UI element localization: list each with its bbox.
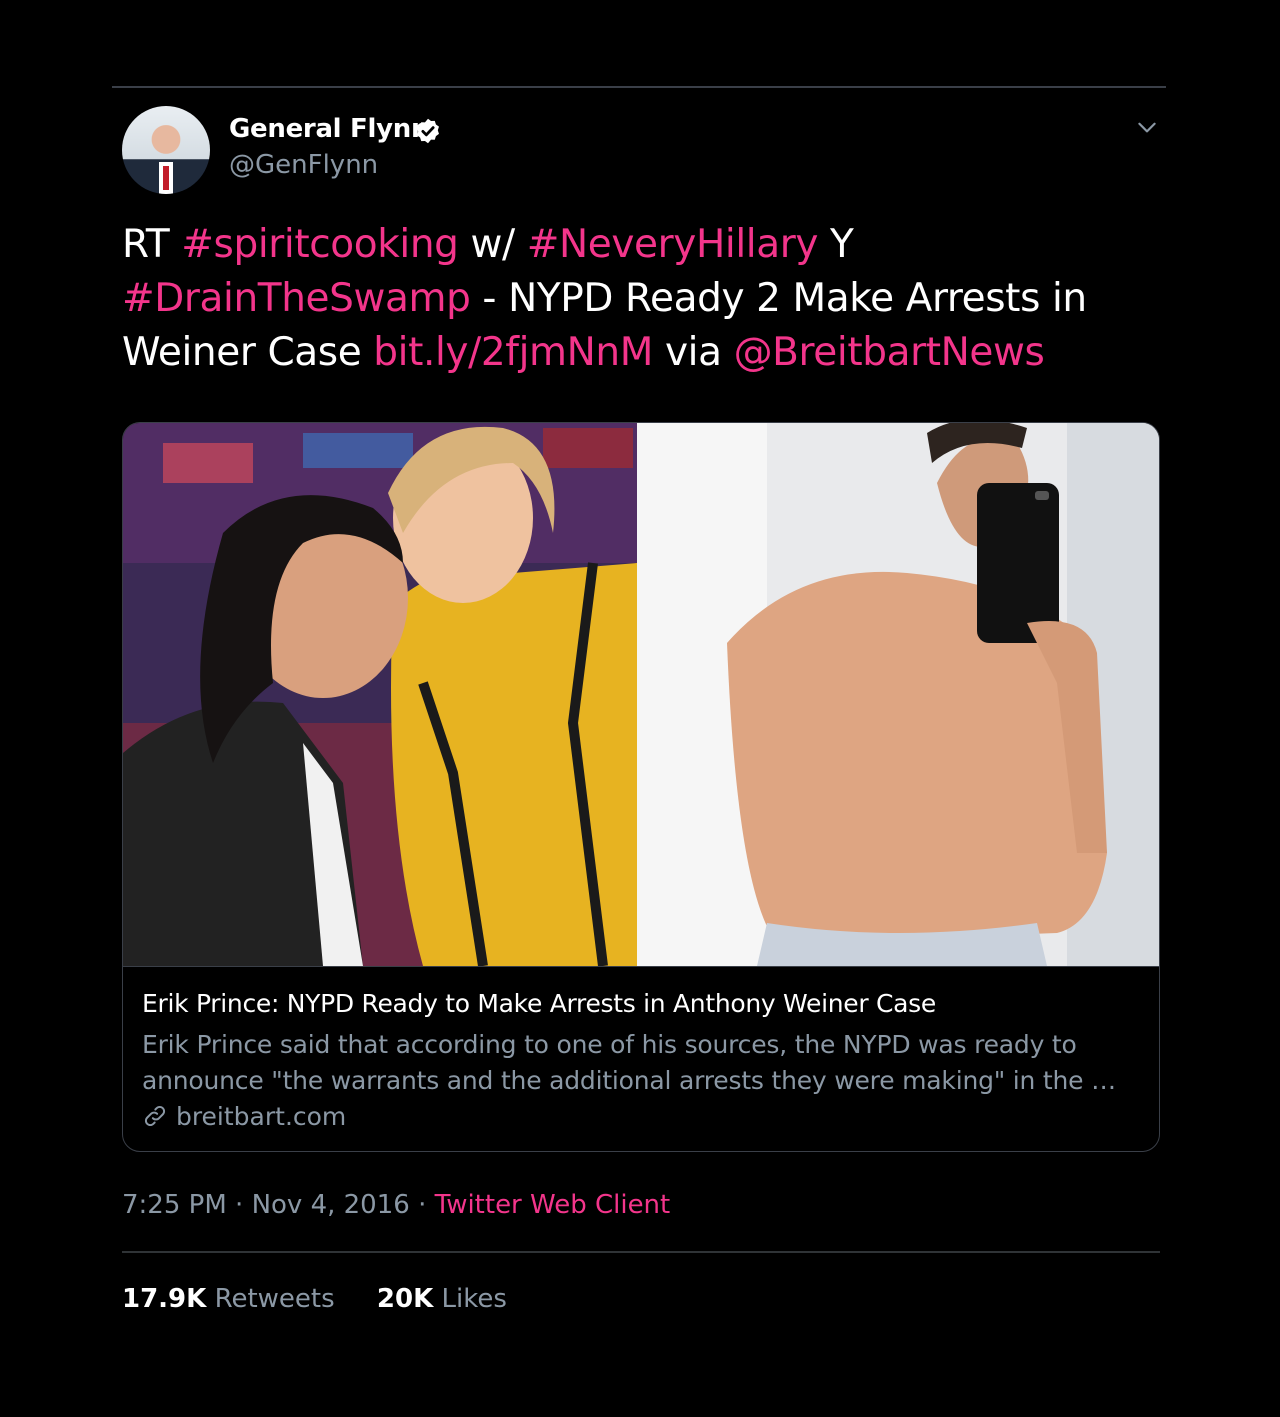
tweet-text-segment: Y xyxy=(818,222,854,267)
likes-label: Likes xyxy=(441,1284,507,1314)
tweet-link[interactable]: #DrainTheSwamp xyxy=(122,276,471,321)
card-image-left xyxy=(123,423,637,966)
card-body[interactable]: Erik Prince: NYPD Ready to Make Arrests … xyxy=(123,966,1159,1151)
tweet-link[interactable]: bit.ly/2fjmNnM xyxy=(373,330,653,375)
tweet-link[interactable]: #NeveryHillary xyxy=(527,222,819,267)
tweet-link[interactable]: #spiritcooking xyxy=(181,222,459,267)
tweet-date[interactable]: Nov 4, 2016 xyxy=(252,1190,410,1220)
tweet-text: RT #spiritcooking w/ #NeveryHillary Y #D… xyxy=(122,218,1162,380)
tweet-source[interactable]: Twitter Web Client xyxy=(435,1190,671,1220)
link-icon xyxy=(144,1105,166,1127)
bottom-divider xyxy=(122,1251,1160,1253)
top-divider xyxy=(112,86,1166,88)
link-card[interactable]: Erik Prince: NYPD Ready to Make Arrests … xyxy=(122,422,1160,1152)
avatar[interactable] xyxy=(122,106,210,194)
user-name[interactable]: General Flynn xyxy=(229,114,430,144)
card-domain-text: breitbart.com xyxy=(175,1102,347,1131)
avatar-tie xyxy=(163,166,169,190)
tweet-text-segment: RT xyxy=(122,222,182,267)
retweets-stat[interactable]: 17.9K Retweets xyxy=(122,1284,335,1314)
card-photo-right xyxy=(637,423,1159,966)
card-description: Erik Prince said that according to one o… xyxy=(142,1030,1116,1095)
user-handle[interactable]: @GenFlynn xyxy=(229,150,378,180)
likes-stat[interactable]: 20K Likes xyxy=(377,1284,507,1314)
card-image-right xyxy=(637,423,1159,966)
tweet-text-segment: via xyxy=(652,330,734,375)
chevron-down-icon[interactable] xyxy=(1134,114,1160,140)
verified-badge-icon xyxy=(417,118,439,144)
card-domain[interactable]: breitbart.com xyxy=(142,1102,346,1131)
card-photo-left xyxy=(123,423,637,966)
tweet-time[interactable]: 7:25 PM xyxy=(122,1190,227,1220)
tweet-link[interactable]: @BreitbartNews xyxy=(734,330,1045,375)
likes-count: 20K xyxy=(376,1284,434,1314)
tweet-text-segment: w/ xyxy=(458,222,527,267)
tweet-meta: 7:25 PM · Nov 4, 2016 · Twitter Web Clie… xyxy=(122,1190,670,1220)
tweet-stats: 17.9K Retweets 20K Likes xyxy=(122,1284,541,1314)
meta-separator: · xyxy=(409,1190,435,1220)
retweets-count: 17.9K xyxy=(122,1284,207,1314)
meta-separator: · xyxy=(226,1190,252,1220)
retweets-label: Retweets xyxy=(214,1284,335,1314)
card-title[interactable]: Erik Prince: NYPD Ready to Make Arrests … xyxy=(142,989,936,1018)
